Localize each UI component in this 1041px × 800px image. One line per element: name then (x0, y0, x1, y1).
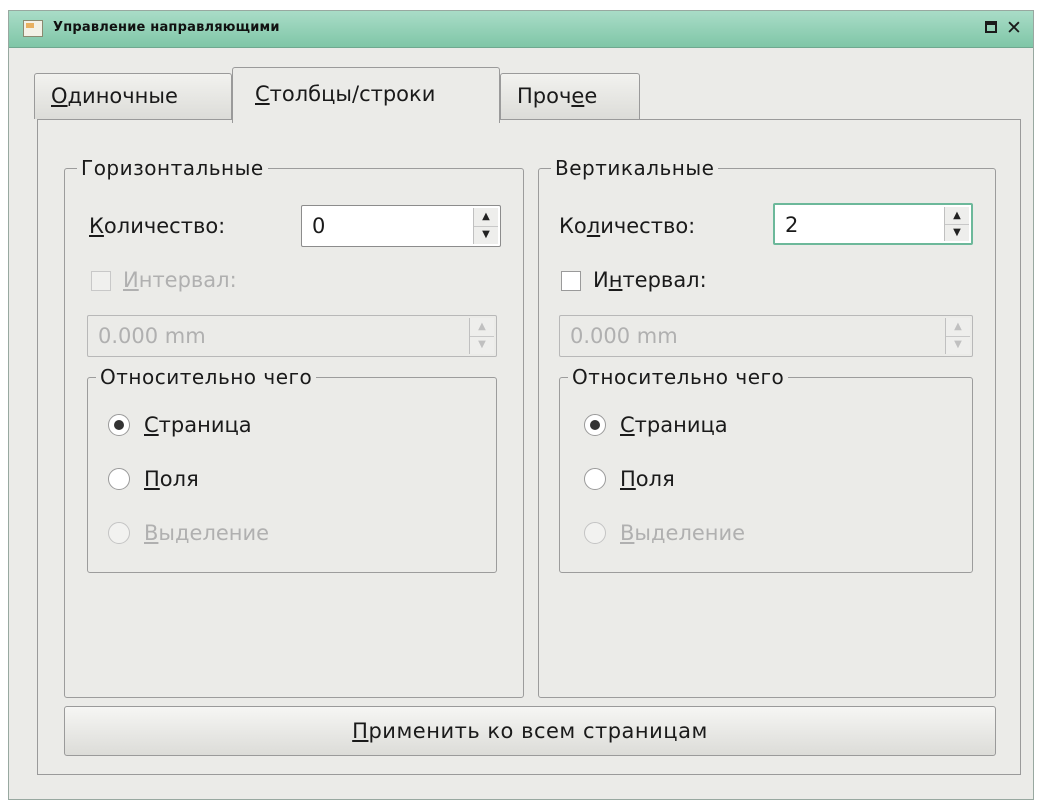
spin-down-icon[interactable]: ▼ (474, 226, 498, 244)
vertical-interval-label-pre: И (593, 268, 609, 292)
apply-to-all-pages-button[interactable]: Применить ко всем страницам (64, 706, 996, 756)
vertical-radio-selection[interactable] (584, 522, 606, 544)
vertical-relative-title: Относительно чего (568, 364, 789, 390)
horizontal-selection-mnemonic: В (144, 521, 159, 545)
vertical-page-text: траница (634, 413, 728, 437)
horizontal-interval-mnemonic: И (123, 268, 139, 292)
vertical-count-spinbox[interactable]: 2 ▲ ▼ (773, 203, 973, 245)
tab-columns-rows-label: толбцы/строки (269, 82, 436, 106)
tab-misc-mnemonic: е (571, 84, 585, 108)
vertical-count-spin-buttons: ▲ ▼ (944, 207, 969, 241)
title-bar[interactable]: Управление направляющими ✕ (9, 11, 1033, 48)
horizontal-count-mnemonic: К (89, 214, 104, 238)
horizontal-radio-page-label: Страница (144, 412, 252, 438)
vertical-count-value[interactable]: 2 (785, 212, 798, 238)
vertical-margins-mnemonic: П (620, 467, 636, 491)
horizontal-relative-title: Относительно чего (96, 364, 317, 390)
horizontal-interval-spin-buttons: ▲ ▼ (469, 318, 494, 354)
horizontal-count-value[interactable]: 0 (312, 213, 325, 239)
horizontal-group: Горизонтальные Количество: 0 ▲ ▼ Интерва… (64, 155, 524, 698)
spin-down-icon[interactable]: ▼ (470, 336, 494, 354)
horizontal-page-mnemonic: С (144, 413, 159, 437)
vertical-count-label-pre: Ко (559, 214, 587, 238)
vertical-count-label: Количество: (559, 213, 695, 239)
vertical-interval-value[interactable]: 0.000 mm (570, 323, 678, 349)
vertical-interval-label: Интервал: (593, 267, 707, 293)
spin-up-icon[interactable]: ▲ (474, 208, 498, 227)
vertical-count-mnemonic: л (586, 214, 601, 238)
vertical-radio-margins[interactable] (584, 468, 606, 490)
horizontal-interval-label-text: нтервал: (138, 268, 237, 292)
spin-down-icon[interactable]: ▼ (946, 336, 970, 354)
vertical-relative-group: Относительно чего Страница Поля Выделени… (559, 364, 973, 573)
tab-misc[interactable]: Прочее (500, 73, 640, 119)
spin-down-icon[interactable]: ▼ (945, 224, 969, 241)
horizontal-radio-margins-label: Поля (144, 466, 199, 492)
tab-single[interactable]: Одиночные (34, 73, 232, 119)
apply-button-mnemonic: П (352, 719, 369, 743)
horizontal-group-title: Горизонтальные (77, 155, 268, 181)
horizontal-radio-selection[interactable] (108, 522, 130, 544)
horizontal-interval-spinbox[interactable]: 0.000 mm ▲ ▼ (87, 315, 497, 357)
vertical-group: Вертикальные Количество: 2 ▲ ▼ Интервал:… (538, 155, 996, 698)
tab-single-mnemonic: О (51, 84, 68, 108)
horizontal-count-label: Количество: (89, 213, 225, 239)
horizontal-relative-group: Относительно чего Страница Поля Выделени… (87, 364, 497, 573)
horizontal-count-spin-buttons: ▲ ▼ (473, 208, 498, 244)
vertical-radio-page-label: Страница (620, 412, 728, 438)
horizontal-count-spinbox[interactable]: 0 ▲ ▼ (301, 205, 501, 247)
tab-single-label: диночные (67, 84, 178, 108)
tab-columns-rows-mnemonic: С (255, 82, 270, 106)
vertical-count-label-post: ичество: (600, 214, 696, 238)
vertical-radio-margins-label: Поля (620, 466, 675, 492)
spin-up-icon[interactable]: ▲ (470, 318, 494, 337)
vertical-margins-text: оля (635, 467, 675, 491)
vertical-radio-page[interactable] (584, 414, 606, 436)
tab-page-columns-rows: Горизонтальные Количество: 0 ▲ ▼ Интерва… (37, 119, 1021, 775)
horizontal-margins-mnemonic: П (144, 467, 160, 491)
horizontal-count-label-text: оличество: (103, 214, 226, 238)
vertical-selection-mnemonic: В (620, 521, 635, 545)
vertical-interval-checkbox[interactable] (561, 271, 581, 291)
horizontal-radio-margins[interactable] (108, 468, 130, 490)
apply-button-label: рименить ко всем страницам (368, 719, 708, 743)
tab-misc-label-pre: Проч (517, 84, 572, 108)
close-icon[interactable]: ✕ (1003, 17, 1025, 39)
vertical-selection-text: ыделение (634, 521, 746, 545)
horizontal-interval-checkbox[interactable] (91, 271, 111, 291)
vertical-page-mnemonic: С (620, 413, 635, 437)
app-icon (23, 20, 43, 37)
spin-up-icon[interactable]: ▲ (945, 207, 969, 225)
horizontal-interval-label: Интервал: (123, 267, 237, 293)
horizontal-page-text: траница (158, 413, 252, 437)
spin-up-icon[interactable]: ▲ (946, 318, 970, 337)
horizontal-interval-value[interactable]: 0.000 mm (98, 323, 206, 349)
horizontal-radio-selection-label: Выделение (144, 520, 269, 546)
horizontal-radio-page[interactable] (108, 414, 130, 436)
horizontal-selection-text: ыделение (158, 521, 270, 545)
vertical-group-title: Вертикальные (551, 155, 719, 181)
tab-columns-rows[interactable]: Столбцы/строки (232, 67, 500, 123)
vertical-interval-spinbox[interactable]: 0.000 mm ▲ ▼ (559, 315, 973, 357)
horizontal-margins-text: оля (159, 467, 199, 491)
window-title: Управление направляющими (53, 20, 280, 35)
guides-dialog-window: Управление направляющими ✕ Одиночные Сто… (8, 10, 1034, 800)
tab-misc-label-post: е (584, 84, 598, 108)
vertical-interval-mnemonic: н (608, 268, 623, 292)
vertical-interval-label-post: тервал: (622, 268, 707, 292)
vertical-radio-selection-label: Выделение (620, 520, 745, 546)
vertical-interval-spin-buttons: ▲ ▼ (945, 318, 970, 354)
maximize-icon[interactable] (981, 17, 1003, 39)
